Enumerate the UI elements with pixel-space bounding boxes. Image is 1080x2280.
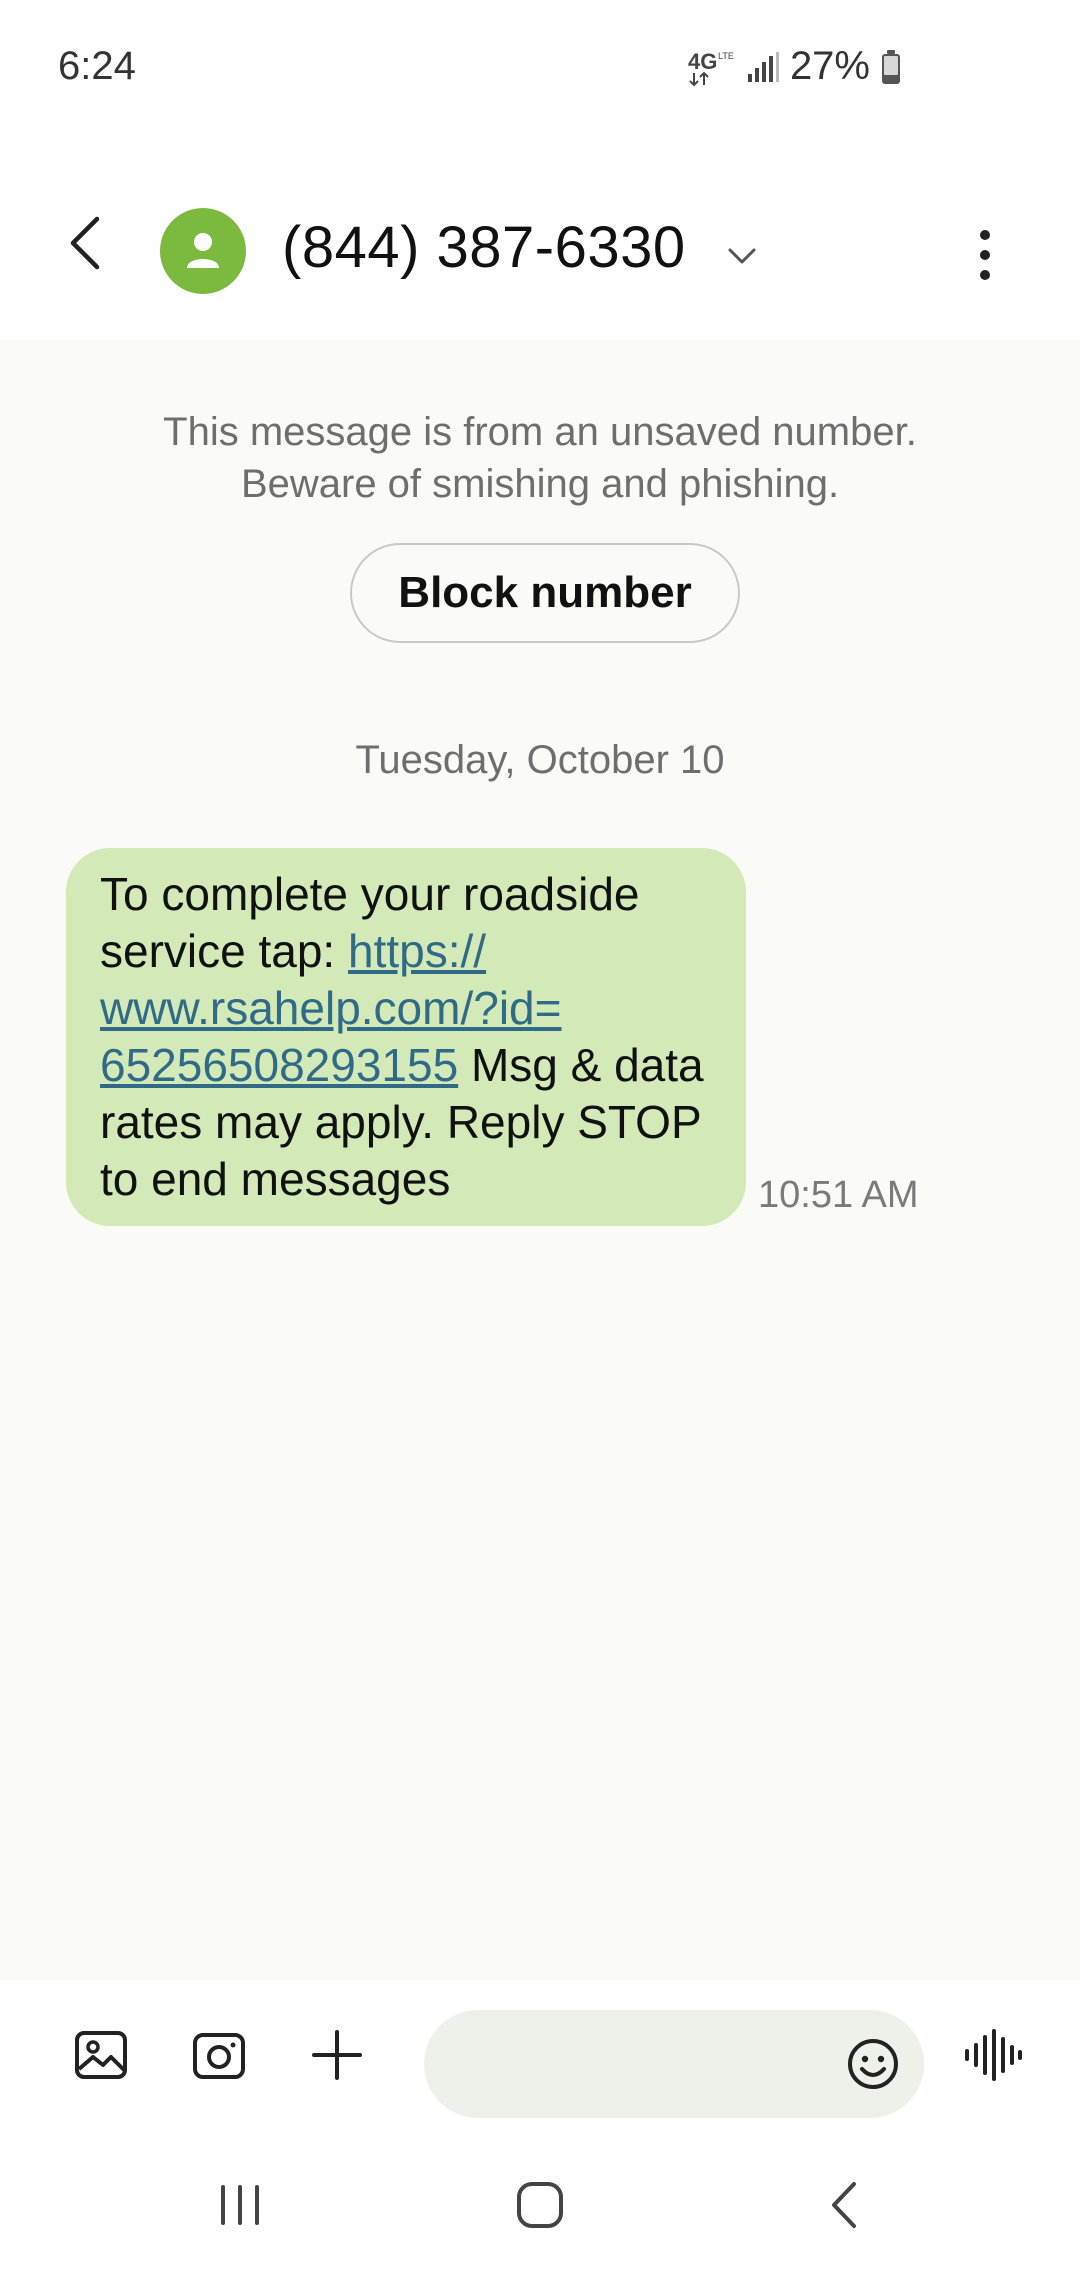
person-icon [187,233,219,268]
date-separator: Tuesday, October 10 [355,738,725,782]
warning-line-2: Beware of smishing and phishing. [240,462,840,506]
compose-bar [0,1980,1080,2130]
more-options-button[interactable] [960,220,1010,290]
message-timestamp: 10:51 AM [758,1174,919,1216]
emoji-icon [848,2039,898,2089]
message-input-container[interactable] [424,2010,924,2118]
status-indicators: 4G LTE 27% [688,44,902,89]
svg-text:4G: 4G [688,49,717,74]
back-button[interactable] [50,208,120,278]
gallery-icon [75,2031,127,2079]
message-link-part-1: https:// [348,925,487,977]
recents-icon [221,2185,259,2225]
chevron-down-icon [728,248,756,264]
back-nav-button[interactable] [794,2170,894,2240]
message-link-part-3: 65256508293155 [100,1039,459,1091]
voice-icon [965,2029,1022,2081]
battery-percent: 27% [789,44,870,88]
network-4g-icon: 4G LTE [688,47,736,87]
voice-record-button[interactable] [958,2020,1028,2090]
system-nav-bar [0,2130,1080,2280]
contact-name[interactable]: (844) 387-6330 [282,214,686,281]
block-number-button[interactable]: Block number [350,543,740,643]
recents-button[interactable] [190,2170,290,2240]
emoji-button[interactable] [838,2029,908,2099]
home-button[interactable] [490,2170,590,2240]
conversation-area[interactable]: This message is from an unsaved number. … [0,340,1080,1980]
signal-icon [746,50,780,84]
message-input[interactable] [454,2030,824,2098]
gallery-button[interactable] [66,2020,136,2090]
avatar[interactable] [160,208,246,294]
camera-icon [193,2033,245,2079]
contact-details-toggle[interactable] [722,236,762,276]
message-bubble[interactable]: To complete your roadside service tap: h… [66,848,746,1226]
status-time: 6:24 [58,44,136,88]
unsaved-number-warning: This message is from an unsaved number. … [0,406,1080,510]
warning-line-1: This message is from an unsaved number. [163,410,917,454]
attach-more-button[interactable] [302,2020,372,2090]
back-nav-icon [832,2182,856,2228]
status-bar: 6:24 4G LTE 27% [0,0,1080,140]
camera-button[interactable] [184,2020,254,2090]
more-vert-icon [980,230,990,280]
message-link-part-2: www.rsahelp.com/?id= [100,982,562,1034]
plus-icon [312,2030,362,2080]
back-icon [70,216,100,270]
conversation-header: (844) 387-6330 [0,140,1080,340]
battery-icon [880,49,902,85]
svg-text:LTE: LTE [718,51,734,61]
home-icon [517,2182,563,2228]
